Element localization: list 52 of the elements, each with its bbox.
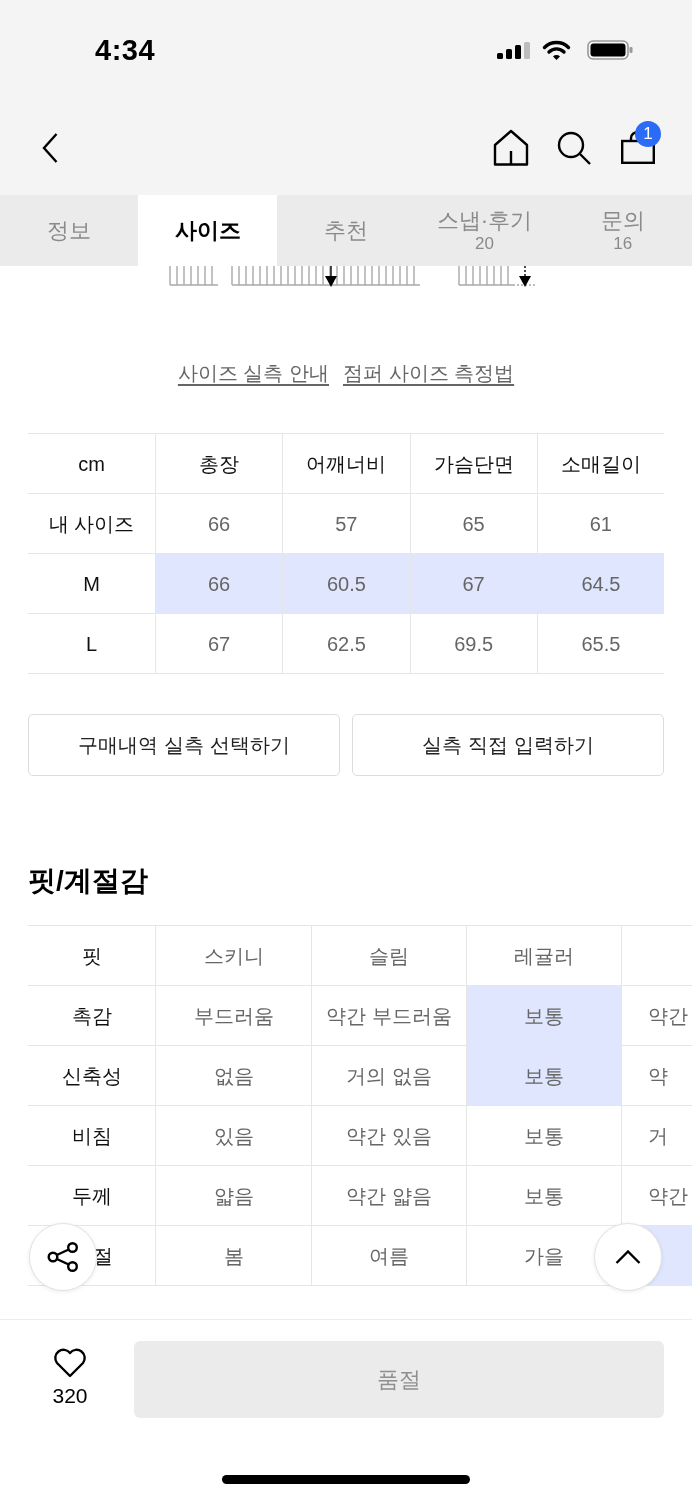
like-count: 320: [52, 1383, 88, 1409]
share-icon: [47, 1242, 79, 1272]
table-cell: 부드러움: [155, 986, 311, 1046]
table-cell: 67: [409, 554, 537, 614]
table-cell: 보통: [466, 1046, 621, 1106]
table-cell: 약간 얇음: [311, 1166, 466, 1226]
table-cell: 약간 있음: [311, 1106, 466, 1166]
table-cell: 없음: [155, 1046, 311, 1106]
table-cell: 얇음: [155, 1166, 311, 1226]
size-action-button[interactable]: 구매내역 실측 선택하기: [28, 714, 340, 776]
guide-link[interactable]: 사이즈 실측 안내: [177, 359, 329, 387]
back-icon[interactable]: [42, 132, 58, 163]
cart-count-badge: 1: [635, 121, 661, 147]
column-header: cm: [28, 434, 155, 494]
table-cell: 61: [536, 494, 664, 554]
table-cell: 66: [155, 554, 283, 614]
share-button[interactable]: [29, 1223, 97, 1291]
size-action-button[interactable]: 실측 직접 입력하기: [352, 714, 664, 776]
table-cell: 57: [282, 494, 410, 554]
table-cell: 스키니: [155, 926, 311, 986]
table-cell: 약간: [621, 986, 692, 1046]
table-cell: 슬림: [311, 926, 466, 986]
table-cell: 거의 없음: [311, 1046, 466, 1106]
table-cell: 약간: [621, 1166, 692, 1226]
guide-link[interactable]: 점퍼 사이즈 측정법: [343, 359, 515, 387]
table-cell: 67: [155, 614, 283, 674]
tab[interactable]: 사이즈: [138, 195, 277, 266]
table-cell: 보통: [466, 1106, 621, 1166]
section-title: 핏/계절감: [28, 864, 148, 898]
table-cell: 여름: [311, 1226, 466, 1286]
status-time: 4:34: [95, 35, 156, 65]
table-cell: 있음: [155, 1106, 311, 1166]
table-cell: 약간 부드러움: [311, 986, 466, 1046]
table-cell: 보통: [466, 986, 621, 1046]
table-cell: 65.5: [536, 614, 664, 674]
table-cell: 거: [621, 1106, 692, 1166]
home-icon[interactable]: [493, 129, 529, 166]
table-cell: 약: [621, 1046, 692, 1106]
wifi-icon: [541, 39, 572, 61]
table-cell: 66: [155, 494, 283, 554]
table-cell: 봄: [155, 1226, 311, 1286]
table-cell: 64.5: [536, 554, 664, 614]
table-cell: 65: [409, 494, 537, 554]
heart-icon[interactable]: [52, 1348, 88, 1378]
table-cell: 69.5: [409, 614, 537, 674]
signal-icon: [497, 41, 530, 59]
table-cell: 레귤러: [466, 926, 621, 986]
table-cell: 62.5: [282, 614, 410, 674]
table-cell: 60.5: [282, 554, 410, 614]
battery-icon: [587, 40, 633, 60]
search-icon[interactable]: [557, 130, 591, 165]
chevron-up-icon: [615, 1250, 641, 1264]
